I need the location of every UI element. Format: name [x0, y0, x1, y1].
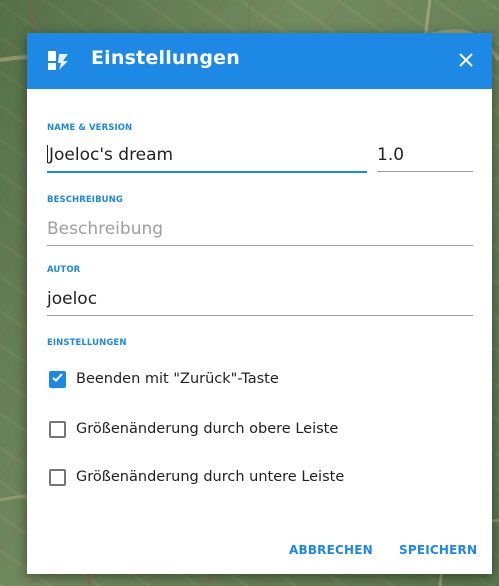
- author-input-value: joeloc: [47, 289, 98, 309]
- checkbox-unchecked[interactable]: [49, 468, 66, 486]
- name-input-value: Joeloc's dream: [49, 145, 174, 165]
- option-label: Größenänderung durch obere Leiste: [76, 421, 339, 437]
- dialog-header: Einstellungen: [27, 33, 492, 89]
- checkbox-checked[interactable]: [49, 370, 66, 388]
- option-back-key-exit[interactable]: Beenden mit "Zurück"-Taste: [49, 367, 279, 391]
- settings-label: EINSTELLUNGEN: [47, 338, 127, 348]
- option-resize-top-bar[interactable]: Größenänderung durch obere Leiste: [49, 417, 338, 441]
- description-label: BESCHREIBUNG: [47, 195, 123, 205]
- check-icon: [51, 371, 64, 388]
- settings-dialog: Einstellungen NAME & VERSION Joeloc's dr…: [27, 33, 492, 574]
- option-label: Beenden mit "Zurück"-Taste: [76, 371, 279, 387]
- save-button[interactable]: SPEICHERN: [399, 543, 477, 557]
- option-label: Größenänderung durch untere Leiste: [76, 469, 345, 485]
- close-button[interactable]: [454, 49, 478, 73]
- cancel-button[interactable]: ABBRECHEN: [289, 543, 373, 557]
- version-input[interactable]: 1.0: [377, 141, 473, 172]
- name-input[interactable]: Joeloc's dream: [47, 141, 367, 173]
- author-input[interactable]: joeloc: [47, 285, 473, 316]
- name-version-label: NAME & VERSION: [47, 123, 133, 133]
- description-input[interactable]: Beschreibung: [47, 215, 473, 246]
- dialog-title: Einstellungen: [91, 47, 240, 69]
- dashboard-icon: [47, 50, 69, 72]
- option-resize-bottom-bar[interactable]: Größenänderung durch untere Leiste: [49, 465, 344, 489]
- version-input-value: 1.0: [377, 145, 405, 165]
- close-icon: [459, 52, 473, 71]
- text-cursor: [47, 145, 48, 163]
- checkbox-unchecked[interactable]: [49, 420, 66, 438]
- author-label: AUTOR: [47, 265, 81, 275]
- description-placeholder: Beschreibung: [47, 219, 164, 239]
